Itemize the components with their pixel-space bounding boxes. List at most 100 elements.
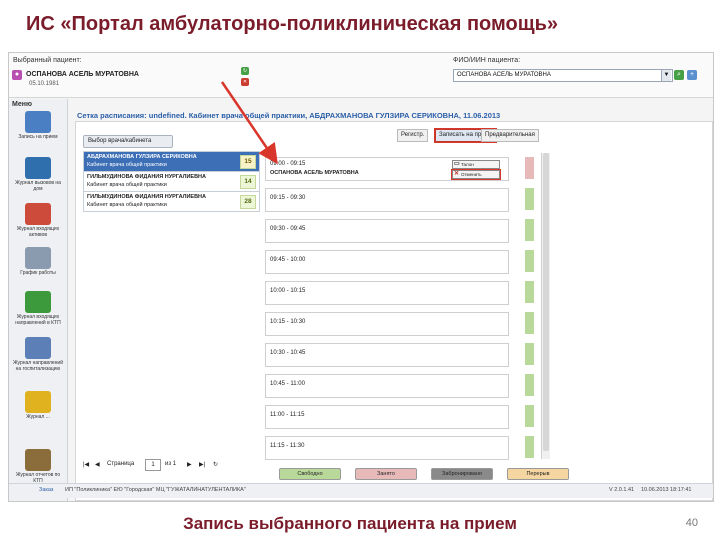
add-patient-icon[interactable]: +: [687, 70, 697, 80]
time-slot[interactable]: 09:45 - 10:00: [265, 250, 509, 274]
time-slot[interactable]: 09:30 - 09:45: [265, 219, 509, 243]
calendar-pen-icon: [25, 111, 51, 133]
chevron-down-icon[interactable]: ▼: [661, 70, 671, 81]
fio-label: ФИО/ИИН пациента:: [453, 57, 521, 64]
referral-arrow-icon: [25, 291, 51, 313]
slot-count-badge: 14: [240, 175, 256, 189]
cancel-label: Отменить: [461, 172, 482, 177]
hospital-icon: [25, 337, 51, 359]
prev-page-icon[interactable]: ◀: [95, 461, 100, 468]
booked-slot[interactable]: 09:00 - 09:15 ОСПАНОВА АСЕЛЬ МУРАТОВНА ▭ Та…: [265, 157, 509, 181]
slot-status-stripe: [525, 405, 534, 427]
patient-header: Выбранный пациент: ● ОСПАНОВА АСЕЛЬ МУРА…: [9, 53, 713, 98]
slot-status-stripe: [525, 188, 534, 210]
breadcrumb: Сетка расписания: undefined. Кабинет вра…: [77, 111, 501, 120]
last-page-icon[interactable]: ▶|: [199, 461, 205, 468]
time-slot[interactable]: 09:15 - 09:30: [265, 188, 509, 212]
status-version: V 2.0.1.41: [609, 487, 635, 493]
slot-status-stripe: [525, 436, 534, 458]
sidebar-item[interactable]: Журнал вызовов на дом: [11, 157, 65, 192]
time-slot[interactable]: 10:15 - 10:30: [265, 312, 509, 336]
cancel-booking-button[interactable]: ✕ Отменить: [451, 169, 501, 180]
slot-count-badge: 15: [240, 155, 256, 169]
sidebar-item[interactable]: Запись на прием: [11, 111, 65, 140]
sidebar-item[interactable]: Журнал входящих активов: [11, 203, 65, 238]
sidebar-item-label: Журнал входящих активов: [16, 226, 60, 238]
patient-name: ОСПАНОВА АСЕЛЬ МУРАТОВНА: [26, 71, 139, 78]
slot-time: 11:15 - 11:30: [270, 443, 305, 449]
doctor-room: Кабинет врача общей практики: [87, 182, 167, 188]
doctor-name: ГИЛЬМУДИНОВА ФИДАНИЯ НУРГАЛИЕВНА: [87, 194, 207, 200]
schedule-icon: [25, 247, 51, 269]
sidebar-item-label: График работы: [20, 270, 56, 276]
scrollbar-thumb[interactable]: [543, 153, 549, 451]
talon-label: Талон: [461, 162, 474, 167]
tab[interactable]: Предварительная: [481, 129, 539, 142]
slot-time: 09:45 - 10:00: [270, 257, 306, 263]
sidebar-item-label: Журнал направлений на госпитализацию: [12, 360, 64, 372]
choose-doctor-button[interactable]: Выбор врача/кабинета: [83, 135, 173, 148]
legend-item: Перерыв: [507, 468, 569, 480]
page-input[interactable]: 1: [145, 459, 161, 471]
slot-time: 09:00 - 09:15: [270, 161, 306, 167]
legend-item: Свободно: [279, 468, 341, 480]
sidebar-item-label: Журнал ...: [26, 414, 50, 420]
pager: |◀ ◀ Страница 1 из 1 ▶ ▶| ↻: [83, 459, 263, 473]
sidebar: Меню Запись на прием Журнал вызовов на до…: [9, 99, 68, 501]
talon-button[interactable]: ▭ Талон: [452, 160, 500, 169]
sidebar-item[interactable]: Журнал отчетов по КТП: [11, 449, 65, 484]
slot-time: 10:45 - 11:00: [270, 381, 305, 387]
time-slot[interactable]: 11:00 - 11:15: [265, 405, 509, 429]
sidebar-item[interactable]: Журнал ...: [11, 391, 65, 420]
next-page-icon[interactable]: ▶: [187, 461, 192, 468]
incoming-journal-icon: [25, 203, 51, 225]
sidebar-item-label: Журнал входящих направлений в КТП: [15, 314, 61, 326]
slot-status-stripe: [525, 250, 534, 272]
report-icon: [25, 449, 51, 471]
app-window: Выбранный пациент: ● ОСПАНОВА АСЕЛЬ МУРА…: [8, 52, 714, 502]
status-org: ИП "Поликлиника" ЕЮ "Городская" МЦ "ГУЖА…: [65, 487, 246, 493]
doctor-row[interactable]: ГИЛЬМУДИНОВА ФИДАНИЯ НУРГАЛИЕВНА Кабинет …: [83, 191, 260, 212]
slot-status-stripe: [525, 281, 534, 303]
sidebar-item-label: Запись на прием: [18, 134, 58, 140]
slide-caption: Запись выбранного пациента на прием: [183, 514, 517, 533]
sidebar-title: Меню: [12, 101, 32, 108]
slot-status-stripe: [525, 343, 534, 365]
patient-search-select[interactable]: ОСПАНОВА АСЕЛЬ МУРАТОВНА ▼: [453, 69, 673, 82]
sidebar-item-label: Журнал вызовов на дом: [15, 180, 61, 192]
slot-patient: ОСПАНОВА АСЕЛЬ МУРАТОВНА: [270, 170, 359, 176]
page-label: Страница: [107, 461, 135, 467]
doctor-row[interactable]: ГИЛЬМУДИНОВА ФИДАНИЯ НУРГАЛИЕВНА Кабинет …: [83, 171, 260, 192]
page-number: 40: [685, 517, 698, 529]
status-left: Заказ: [39, 487, 54, 493]
time-slot[interactable]: 10:45 - 11:00: [265, 374, 509, 398]
slot-time: 10:00 - 10:15: [270, 288, 306, 294]
slot-count-badge: 28: [240, 195, 256, 209]
doctor-name: АБДРАХМАНОВА ГУЛЗИРА СЕРИКОВНА: [87, 154, 197, 160]
time-slot[interactable]: 11:15 - 11:30: [265, 436, 509, 460]
doctor-room: Кабинет врача общей практики: [87, 162, 167, 168]
patient-icon: ●: [12, 70, 22, 80]
slots-scrollbar[interactable]: [541, 153, 550, 459]
close-icon: ✕: [454, 171, 460, 177]
patient-dob: 05.10.1981: [29, 81, 60, 87]
reload-icon[interactable]: ↻: [213, 461, 218, 468]
slot-time: 09:15 - 09:30: [270, 195, 306, 201]
time-slot[interactable]: 10:30 - 10:45: [265, 343, 509, 367]
refresh-icon[interactable]: ↻: [241, 67, 249, 75]
search-icon[interactable]: ⌕: [674, 70, 684, 80]
doctor-row[interactable]: АБДРАХМАНОВА ГУЛЗИРА СЕРИКОВНА Кабинет вр…: [83, 151, 260, 172]
doctor-name: ГИЛЬМУДИНОВА ФИДАНИЯ НУРГАЛИЕВНА: [87, 174, 207, 180]
legend-item: Забронировано: [431, 468, 493, 480]
print-icon: ▭: [454, 161, 460, 167]
tab[interactable]: Регистр.: [397, 129, 429, 142]
patient-search-value: ОСПАНОВА АСЕЛЬ МУРАТОВНА: [457, 72, 551, 78]
status-datetime: 10.06.2013 18:17:41: [641, 487, 692, 493]
sidebar-item[interactable]: Журнал входящих направлений в КТП: [11, 291, 65, 326]
time-slot[interactable]: 10:00 - 10:15: [265, 281, 509, 305]
sidebar-item[interactable]: График работы: [11, 247, 65, 276]
clear-icon[interactable]: ✕: [241, 78, 249, 86]
page-total: из 1: [165, 461, 177, 467]
sidebar-item[interactable]: Журнал направлений на госпитализацию: [11, 337, 65, 372]
first-page-icon[interactable]: |◀: [83, 461, 89, 468]
